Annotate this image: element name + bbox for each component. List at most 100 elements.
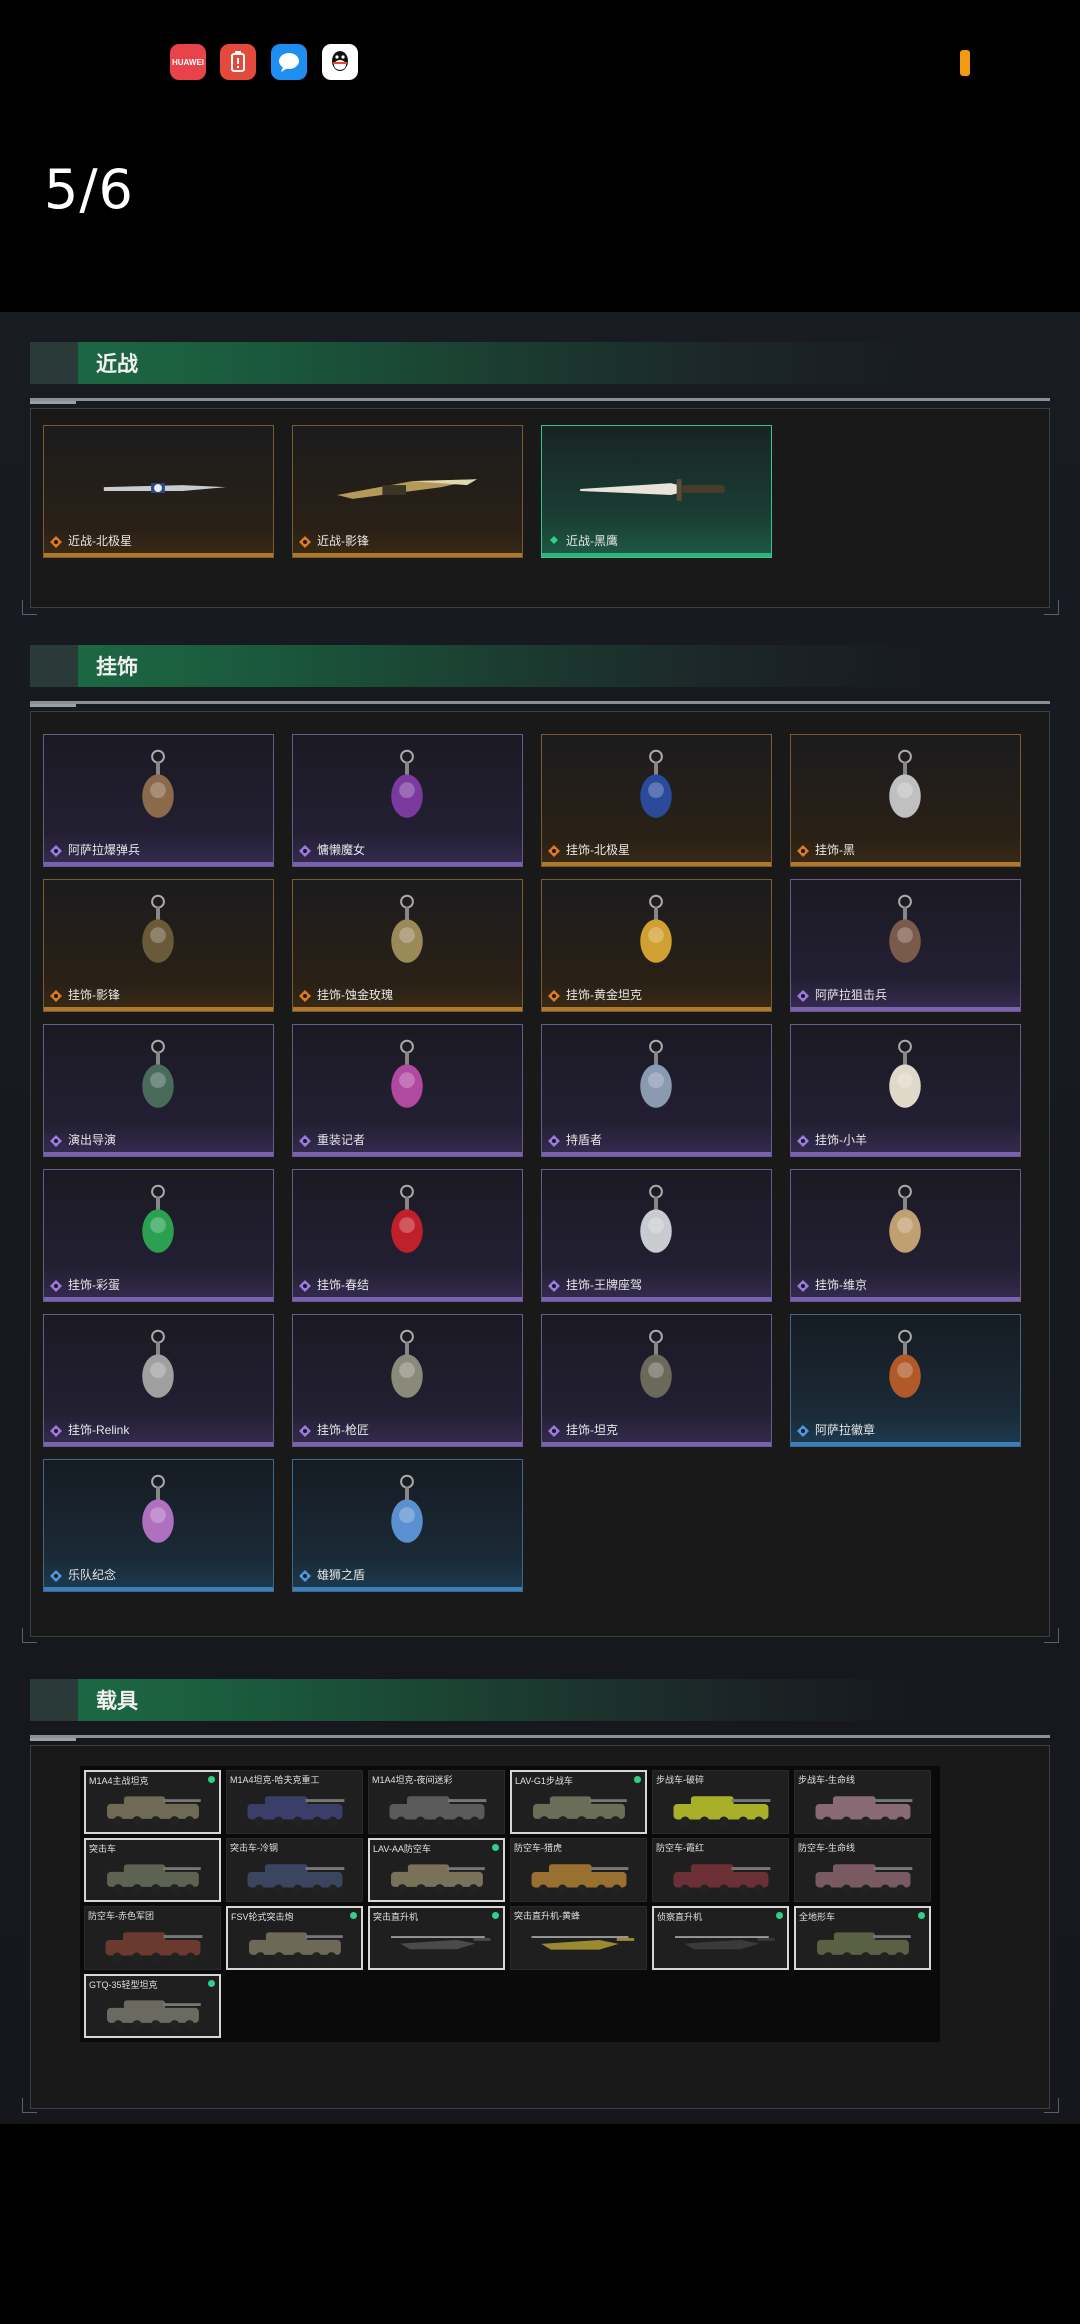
vehicle-item[interactable]: 防空车-赤色军团 xyxy=(84,1906,221,1970)
panel-corner xyxy=(1044,2098,1059,2113)
charm-item[interactable]: 阿萨拉狙击兵 xyxy=(790,879,1021,1012)
rarity-purple-icon xyxy=(299,1135,311,1147)
rarity-purple-icon xyxy=(50,1135,62,1147)
charm-item[interactable]: 阿萨拉徽章 xyxy=(790,1314,1021,1447)
panel-corner xyxy=(22,2098,37,2113)
rarity-purple-icon xyxy=(797,1280,809,1292)
qq-app-icon xyxy=(322,44,358,80)
owned-indicator xyxy=(208,1776,215,1783)
vehicle-item[interactable]: 侦察直升机 xyxy=(652,1906,789,1970)
vehicle-label: 突击直升机-黄蜂 xyxy=(514,1911,580,1921)
vehicle-item[interactable]: 突击直升机 xyxy=(368,1906,505,1970)
battery-alert-app-icon xyxy=(220,44,256,80)
charm-item[interactable]: 乐队纪念 xyxy=(43,1459,274,1592)
melee-item-shadow-edge[interactable]: 近战-影锋 xyxy=(292,425,523,558)
vehicle-item[interactable]: FSV轮式突击炮 xyxy=(226,1906,363,1970)
charm-item[interactable]: 雄狮之盾 xyxy=(292,1459,523,1592)
charm-item[interactable]: 演出导演 xyxy=(43,1024,274,1157)
vehicle-label: M1A4主战坦克 xyxy=(89,1776,149,1786)
section-title-charms: 挂饰 xyxy=(96,656,138,679)
owned-indicator xyxy=(492,1912,499,1919)
battery-icon xyxy=(960,50,970,76)
vehicle-item[interactable]: 步战车-生命线 xyxy=(794,1770,931,1834)
item-label: 挂饰-枪匠 xyxy=(317,1423,369,1437)
rarity-orange-icon xyxy=(797,845,809,857)
charm-item[interactable]: 挂饰-维京 xyxy=(790,1169,1021,1302)
vehicle-item[interactable]: 防空车-生命线 xyxy=(794,1838,931,1902)
melee-item-north-star[interactable]: 近战-北极星 xyxy=(43,425,274,558)
rarity-purple-icon xyxy=(299,1425,311,1437)
vehicle-label: 防空车-生命线 xyxy=(798,1843,855,1853)
charm-item[interactable]: 挂饰-Relink xyxy=(43,1314,274,1447)
vehicle-item[interactable]: M1A4坦克-夜间迷彩 xyxy=(368,1770,505,1834)
bottom-black-area xyxy=(0,2124,1080,2324)
item-label: 近战-影锋 xyxy=(317,534,369,548)
vehicle-item[interactable]: 突击车-冷钢 xyxy=(226,1838,363,1902)
item-label: 乐队纪念 xyxy=(68,1568,117,1582)
vehicle-item[interactable]: LAV-G1步战车 xyxy=(510,1770,647,1834)
vehicle-item[interactable]: 突击直升机-黄蜂 xyxy=(510,1906,647,1970)
section-header-vehicles: 载具 xyxy=(30,1679,930,1721)
charm-item[interactable]: 挂饰-王牌座驾 xyxy=(541,1169,772,1302)
owned-indicator xyxy=(492,1844,499,1851)
owned-indicator xyxy=(350,1912,357,1919)
vehicle-label: 突击车 xyxy=(89,1844,117,1854)
item-label: 挂饰-维京 xyxy=(815,1278,867,1292)
rarity-purple-icon xyxy=(299,1280,311,1292)
item-label: 近战-北极星 xyxy=(68,534,132,548)
charm-item[interactable]: 挂饰-春结 xyxy=(292,1169,523,1302)
charm-item[interactable]: 挂饰-枪匠 xyxy=(292,1314,523,1447)
charm-item[interactable]: 挂饰-影锋 xyxy=(43,879,274,1012)
rarity-purple-icon xyxy=(548,1425,560,1437)
charm-item[interactable]: 挂饰-北极星 xyxy=(541,734,772,867)
section-header-charms: 挂饰 xyxy=(30,645,930,687)
vehicle-item[interactable]: 全地形车 xyxy=(794,1906,931,1970)
charm-item[interactable]: 挂饰-黑 xyxy=(790,734,1021,867)
item-label: 演出导演 xyxy=(68,1133,117,1147)
charm-item[interactable]: 重装记者 xyxy=(292,1024,523,1157)
charm-item[interactable]: 挂饰-黄金坦克 xyxy=(541,879,772,1012)
rarity-blue-icon xyxy=(50,1570,62,1582)
item-label: 阿萨拉徽章 xyxy=(815,1423,876,1437)
panel-corner xyxy=(1044,1628,1059,1643)
charm-item[interactable]: 持盾者 xyxy=(541,1024,772,1157)
vehicle-item[interactable]: 防空车-猎虎 xyxy=(510,1838,647,1902)
owned-indicator xyxy=(634,1776,641,1783)
section-header-melee: 近战 xyxy=(30,342,930,384)
vehicle-item[interactable]: 步战车-破碎 xyxy=(652,1770,789,1834)
vehicle-item[interactable]: M1A4主战坦克 xyxy=(84,1770,221,1834)
vehicle-item[interactable]: 防空车-霞红 xyxy=(652,1838,789,1902)
messages-app-icon xyxy=(271,44,307,80)
owned-indicator xyxy=(208,1980,215,1987)
panel-corner xyxy=(22,1628,37,1643)
charm-item[interactable]: 挂饰-彩蛋 xyxy=(43,1169,274,1302)
vehicle-label: 防空车-赤色军团 xyxy=(88,1911,154,1921)
vehicle-item[interactable]: GTQ-35轻型坦克 xyxy=(84,1974,221,2038)
charm-item[interactable]: 挂饰-小羊 xyxy=(790,1024,1021,1157)
rarity-orange-icon xyxy=(50,536,62,548)
item-label: 挂饰-彩蛋 xyxy=(68,1278,120,1292)
section-title-melee: 近战 xyxy=(96,353,138,376)
charm-item[interactable]: 挂饰-蚀金玫瑰 xyxy=(292,879,523,1012)
charm-item[interactable]: 阿萨拉爆弹兵 xyxy=(43,734,274,867)
vehicle-label: GTQ-35轻型坦克 xyxy=(89,1980,158,1990)
item-label: 重装记者 xyxy=(317,1133,366,1147)
vehicle-item[interactable]: 突击车 xyxy=(84,1838,221,1902)
charm-item[interactable]: 慵懒魔女 xyxy=(292,734,523,867)
vehicle-item[interactable]: LAV-AA防空车 xyxy=(368,1838,505,1902)
charm-item[interactable]: 挂饰-坦克 xyxy=(541,1314,772,1447)
rarity-orange-icon xyxy=(548,990,560,1002)
vehicle-label: 步战车-破碎 xyxy=(656,1775,704,1785)
vehicle-label: M1A4坦克-哈夫克重工 xyxy=(230,1775,320,1785)
vehicle-label: 步战车-生命线 xyxy=(798,1775,855,1785)
vehicle-item[interactable]: M1A4坦克-哈夫克重工 xyxy=(226,1770,363,1834)
melee-item-black-hawk[interactable]: 近战-黑鹰 xyxy=(541,425,772,558)
rarity-blue-icon xyxy=(299,1570,311,1582)
panel-corner xyxy=(1044,600,1059,615)
section-divider xyxy=(30,701,1050,707)
vehicle-label: 侦察直升机 xyxy=(657,1912,703,1922)
rarity-blue-icon xyxy=(797,1425,809,1437)
rarity-orange-icon xyxy=(50,990,62,1002)
rarity-orange-icon xyxy=(548,845,560,857)
rarity-purple-icon xyxy=(50,845,62,857)
